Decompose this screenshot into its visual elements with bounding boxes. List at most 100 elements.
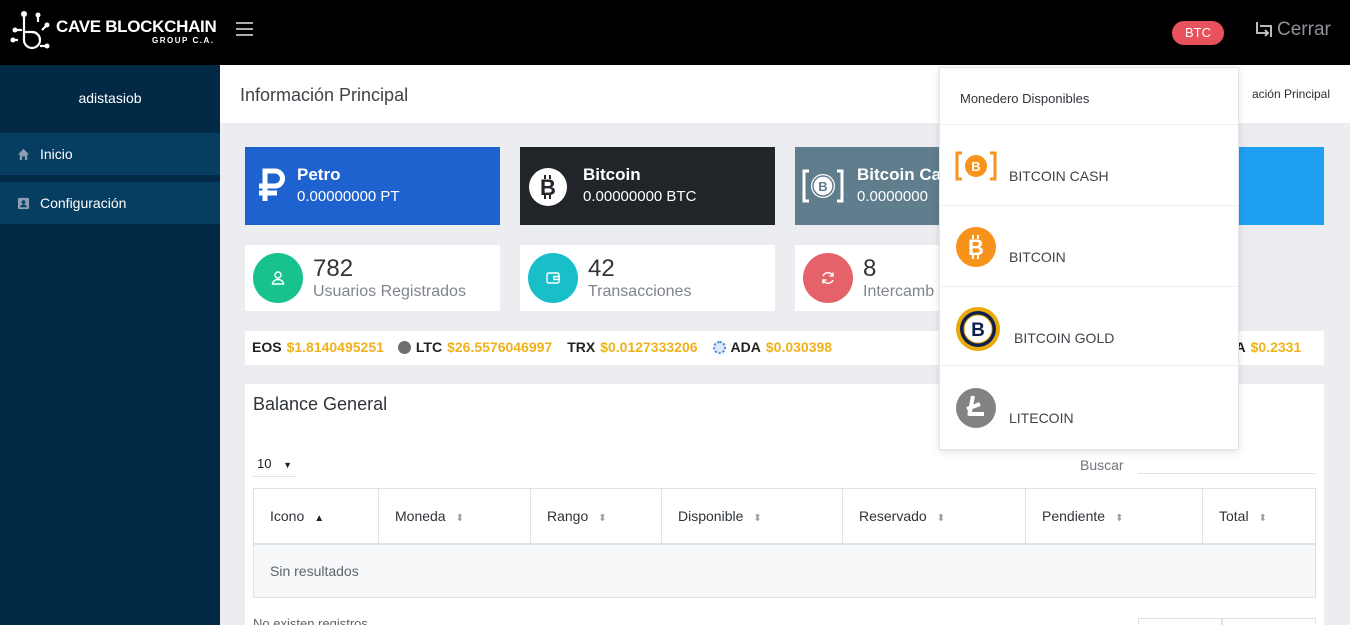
bitcoin-icon: B [529,168,567,206]
sort-icon: ⬍ [1258,512,1267,524]
stat-icon-circle [253,253,303,303]
dropdown-item-label: BITCOIN [1009,249,1066,265]
wallet-name: Petro [297,165,341,184]
currency-badge[interactable]: BTC [1172,21,1224,45]
wallet-card-bitcoin[interactable]: B Bitcoin 0.00000000 BTC [520,147,775,225]
balance-table: Icono ▲ Moneda ⬍ Rango ⬍ Disponible ⬍ Reserv… [253,488,1316,598]
ticker-price: $0.0127333206 [600,339,698,355]
wallet-name: Bitcoin [583,165,641,184]
page-length-value: 10 [257,456,272,471]
stat-icon-circle [803,253,853,303]
brand-logo[interactable]: CAVE BLOCKCHAIN GROUP C.A. [10,10,217,54]
ticker-price: $0.030398 [765,339,833,355]
bitcoin-cash-icon: B [802,169,844,203]
pagination-previous[interactable] [1138,618,1222,625]
ticker-price: $0.2331 [1250,339,1302,355]
sort-icon: ⬍ [936,512,946,524]
stat-card-users: 782 Usuarios Registrados [245,245,500,311]
column-header-disponible[interactable]: Disponible ⬍ [661,488,843,544]
bitcoin-icon: B [956,227,996,267]
column-header-reservado[interactable]: Reservado ⬍ [842,488,1026,544]
svg-text:B: B [971,320,985,341]
svg-text:B: B [540,175,556,200]
refresh-icon [822,272,834,284]
dropdown-header: Monedero Disponibles [960,91,1090,106]
wallet-name: Bitcoin Ca [857,165,942,184]
dropdown-item-litecoin[interactable]: LITECOIN [940,365,1238,450]
panel-title: Balance General [253,394,388,414]
stat-value: 782 [313,255,354,282]
column-header-pendiente[interactable]: Pendiente ⬍ [1025,488,1203,544]
sidebar-item-label: Inicio [40,146,73,162]
circuit-logo-icon [10,11,50,50]
ticker-symbol: ADA [730,339,761,355]
stat-icon-circle [528,253,578,303]
logout-label: Cerrar [1277,19,1331,40]
ticker-symbol: LTC [415,339,443,355]
cardano-icon [712,340,726,354]
ticker-item-eos: EOS $1.8140495251 [252,339,384,355]
ticker-item-trx: TRX $0.0127333206 [567,339,697,355]
brand-title: CAVE BLOCKCHAIN [56,17,217,36]
wallet-dropdown-menu: Monedero Disponibles B BITCOIN CASH B BI… [939,67,1239,450]
wallet-balance: 0.00000000 PT [297,188,400,205]
column-header-icono[interactable]: Icono ▲ [253,488,379,544]
sidebar-item-inicio[interactable]: Inicio [0,133,220,175]
bitcoin-cash-icon: B [955,151,997,181]
menu-toggle-icon[interactable] [236,22,253,36]
svg-text:B: B [818,179,827,194]
user-card-icon [17,197,30,209]
dropdown-item-label: LITECOIN [1009,410,1074,426]
svg-text:B: B [971,159,980,174]
home-icon [17,148,30,160]
ticker-symbol: TRX [567,339,596,355]
table-info: No existen registros [253,616,368,625]
stat-label: Usuarios Registrados [313,283,466,300]
search-label: Buscar [1080,457,1124,473]
caret-down-icon: ▼ [283,460,292,470]
table-header-row: Icono ▲ Moneda ⬍ Rango ⬍ Disponible ⬍ Reserv… [253,488,1316,544]
dropdown-item-bitcoin-gold[interactable]: B BITCOIN GOLD [940,286,1238,366]
ticker-price: $26.5576046997 [447,339,553,355]
petro-icon [259,168,285,201]
sidebar-item-configuracion[interactable]: Configuración [0,182,220,224]
sidebar-item-label: Configuración [40,195,127,211]
page-length-select[interactable]: 10 ▼ [253,455,297,477]
stat-value: 42 [588,255,615,282]
search-input[interactable] [1138,452,1315,474]
stat-label: Transacciones [588,283,692,300]
top-navbar: CAVE BLOCKCHAIN GROUP C.A. BTC Cerrar [0,0,1350,65]
column-header-rango[interactable]: Rango ⬍ [530,488,662,544]
wallet-balance: 0.0000000 [857,188,928,205]
wallet-balance: 0.00000000 BTC [583,188,697,205]
user-icon [271,271,285,285]
table-row: Sin resultados [253,542,1316,598]
dropdown-item-label: BITCOIN CASH [1009,168,1109,184]
dropdown-item-label: BITCOIN GOLD [1014,330,1115,346]
wallet-icon [546,272,560,284]
pagination-next[interactable] [1222,618,1316,625]
ticker-price: $1.8140495251 [286,339,384,355]
litecoin-icon [956,388,996,428]
page-title: Información Principal [240,85,409,105]
sort-icon: ⬍ [1115,512,1124,524]
dropdown-item-bitcoin[interactable]: B BITCOIN [940,205,1238,285]
column-header-moneda[interactable]: Moneda ⬍ [378,488,531,544]
bitcoin-gold-icon: B [956,307,1000,351]
sidebar-username: adistasiob [78,90,142,106]
sort-icon: ⬍ [455,512,464,524]
wallet-card-petro[interactable]: Petro 0.00000000 PT [245,147,500,225]
empty-row-message: Sin resultados [253,542,1316,598]
svg-text:B: B [968,235,984,260]
logout-button[interactable]: Cerrar [1255,19,1331,41]
breadcrumb[interactable]: ación Principal [1252,87,1330,101]
sort-asc-icon: ▲ [314,512,325,524]
sort-icon: ⬍ [598,512,607,524]
ticker-symbol: EOS [252,339,282,355]
dropdown-item-bitcoin-cash[interactable]: B BITCOIN CASH [940,124,1238,204]
column-header-total[interactable]: Total ⬍ [1202,488,1316,544]
stat-value: 8 [863,255,877,282]
ticker-item-ada: ADA $0.030398 [712,339,833,355]
brand-subtitle: GROUP C.A. [152,36,215,45]
stat-label: Intercamb [863,283,935,300]
